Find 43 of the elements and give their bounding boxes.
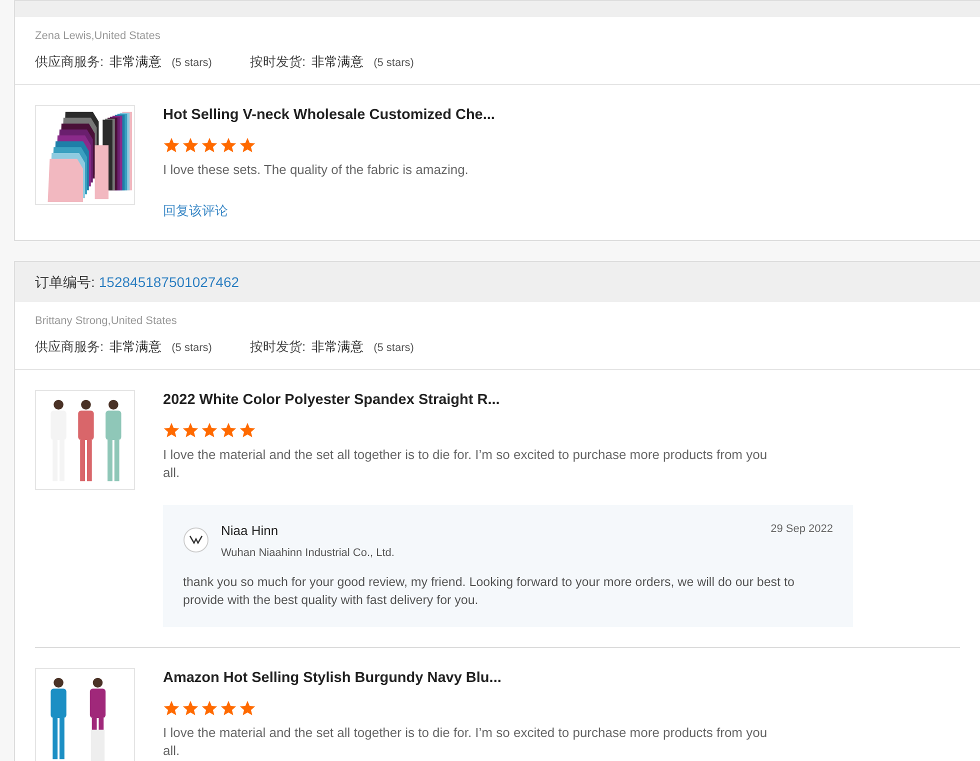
rating-value: 非常满意 (110, 52, 162, 70)
reply-date: 29 Sep 2022 (770, 522, 833, 537)
star-icon (182, 422, 199, 439)
star-icon (220, 422, 237, 439)
rating-label: 按时发货: (250, 52, 306, 70)
rating-value: 非常满意 (110, 338, 162, 356)
star-icon (239, 700, 256, 717)
review-comment: I love these sets. The quality of the fabric is amazing. (163, 160, 470, 179)
star-icon (201, 700, 218, 717)
star-icon (163, 136, 180, 154)
rating-stars-text: (5 stars) (172, 340, 212, 356)
rating-stars-text: (5 stars) (374, 56, 414, 70)
reviewer-name: Zena Lewis,United States (35, 29, 162, 44)
rating-stars-text: (5 stars) (172, 56, 212, 70)
reply-link[interactable]: 回复该评论 (163, 200, 228, 220)
reviewer-name: Brittany Strong,United States (35, 314, 178, 330)
reply-text: thank you so much for your good review, my friend. Looking forward to your more orders, we will do our best to provide with the best quality with fast delivery for you. (183, 574, 796, 609)
star-icon (163, 700, 180, 717)
star-icon (182, 700, 199, 717)
rating-label: 供应商服务: (35, 338, 104, 356)
rating-value: 非常满意 (312, 52, 364, 70)
review-comment: I love the material and the set all together is to die for. I’m so excited to purchase more products from you all. (163, 446, 768, 482)
star-icon (182, 136, 199, 154)
product-title[interactable]: Amazon Hot Selling Stylish Burgundy Navy Blu... (163, 668, 853, 690)
product-title[interactable]: Hot Selling V-neck Wholesale Customized Che... (163, 105, 853, 127)
product-title[interactable]: 2022 White Color Polyester Spandex Straight R... (163, 390, 853, 412)
star-icon (220, 700, 237, 717)
company-logo-icon (183, 527, 209, 553)
replier-name: Niaa Hinn (221, 522, 280, 540)
review-comment: I love the material and the set all together is to die for. I’m so excited to purchase more products from you all. (163, 724, 768, 760)
company-name: Wuhan Niaahinn Industrial Co., Ltd. (221, 546, 396, 560)
order-label: 订单编号: (35, 272, 95, 292)
star-icon (239, 422, 256, 439)
star-icon (220, 136, 237, 154)
rating-label: 供应商服务: (35, 52, 104, 70)
rating-label: 按时发货: (250, 338, 306, 356)
star-icon (163, 422, 180, 439)
star-icon (201, 422, 218, 439)
order-number[interactable]: 152845187501027462 (98, 272, 240, 293)
star-icon (201, 136, 218, 154)
rating-value: 非常满意 (312, 338, 364, 356)
rating-stars-text: (5 stars) (374, 340, 414, 356)
star-icon (239, 136, 256, 154)
